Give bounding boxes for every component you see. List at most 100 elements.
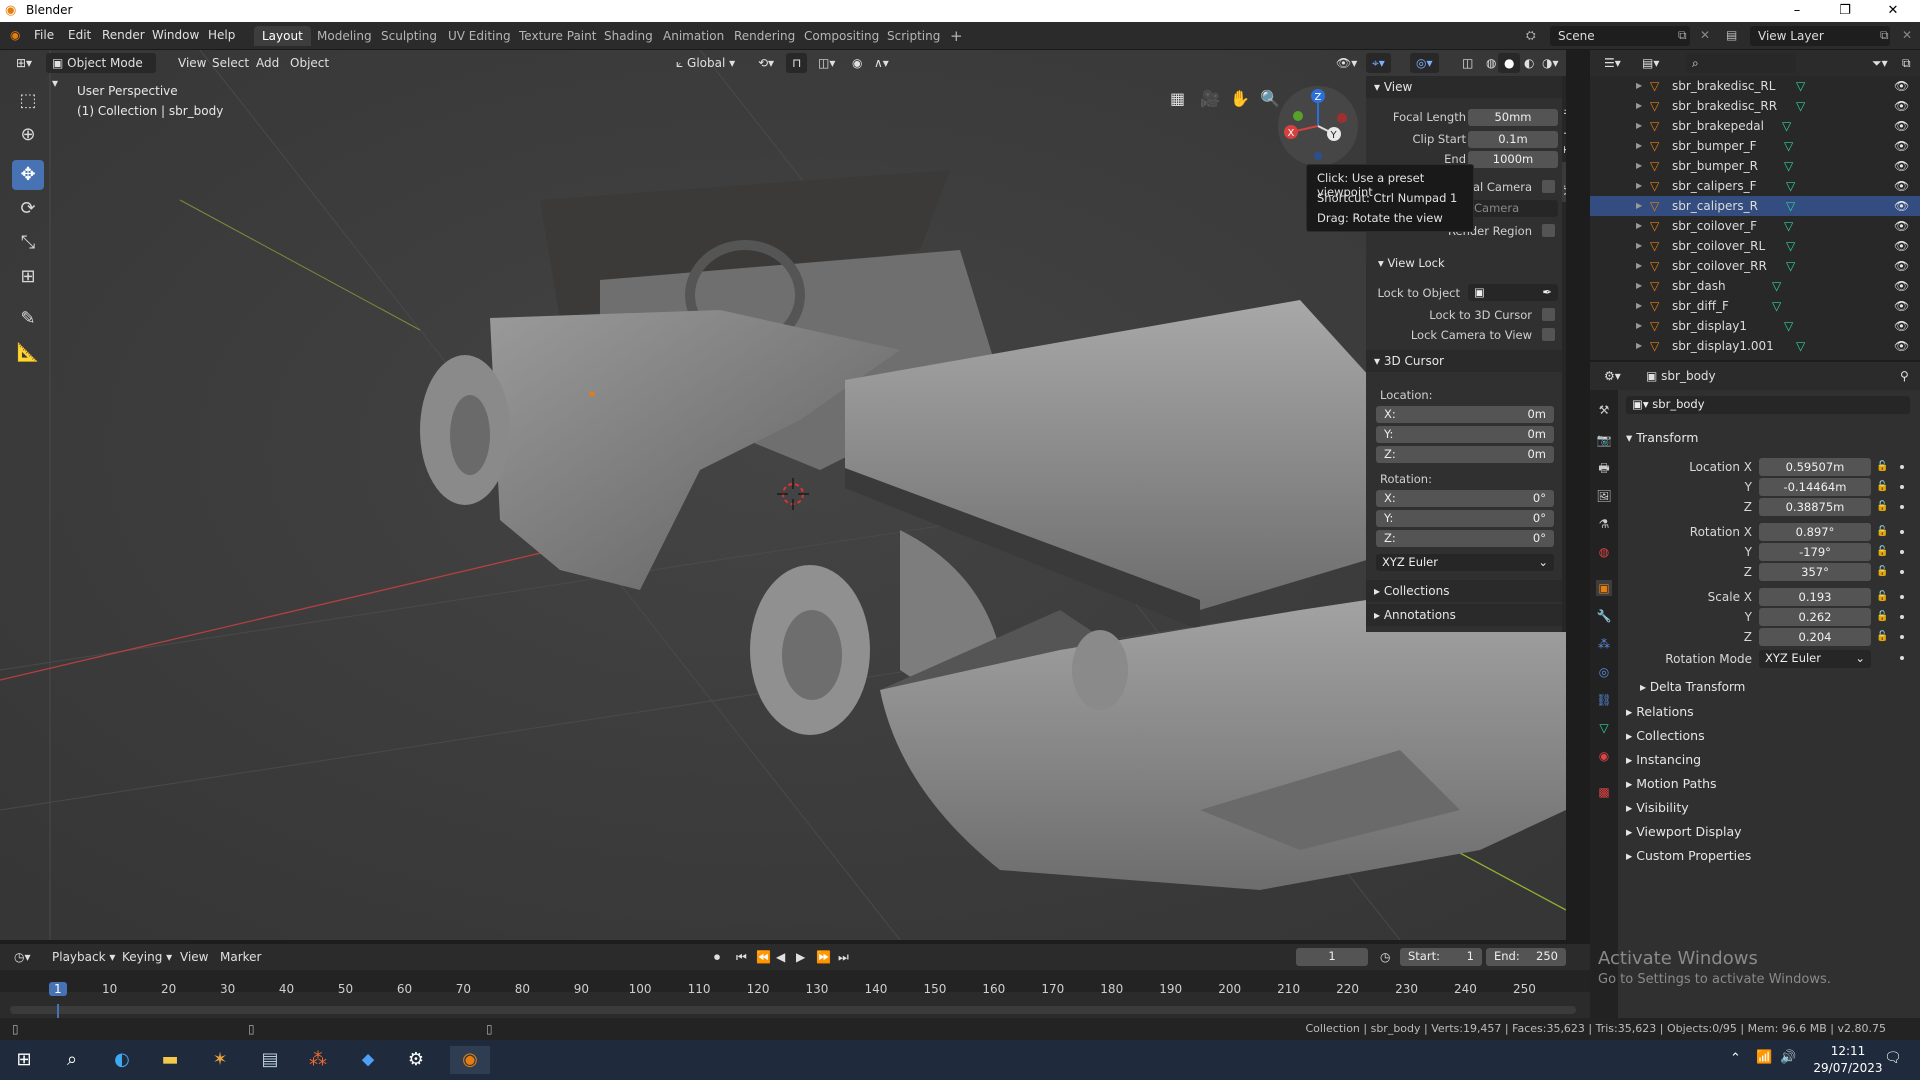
cursor-rotation-mode-dropdown[interactable]: XYZ Euler ⌄: [1376, 554, 1554, 571]
area-splitter[interactable]: [1566, 50, 1590, 1018]
tab-rendering[interactable]: Rendering: [726, 26, 803, 46]
tab-shading[interactable]: Shading: [596, 26, 661, 46]
blender-menu-icon[interactable]: ◉: [10, 28, 20, 42]
move-tool-icon[interactable]: ✥: [12, 160, 44, 190]
outliner-item[interactable]: ▶ ▽ sbr_coilover_RR ▽ 👁: [1590, 256, 1920, 276]
output-properties-icon[interactable]: 🖶: [1596, 460, 1612, 476]
view-layer-properties-icon[interactable]: 🖼: [1596, 488, 1612, 504]
visibility-icon[interactable]: 👁▾: [1330, 53, 1363, 73]
cursor-rot-x-field[interactable]: X: 0°: [1376, 490, 1554, 507]
transform-section-header[interactable]: ▾ Transform: [1626, 430, 1698, 445]
clock-icon[interactable]: ◷: [1374, 947, 1396, 967]
lock-icon[interactable]: 🔓: [1876, 546, 1888, 557]
annotate-tool-icon[interactable]: ✎: [12, 304, 44, 334]
outliner-item[interactable]: ▶ ▽ sbr_calipers_R ▽ 👁: [1590, 196, 1920, 216]
settings-icon[interactable]: ⚙: [402, 1046, 430, 1074]
clock-date[interactable]: 29/07/2023: [1806, 1061, 1890, 1075]
local-camera-field[interactable]: Camera: [1468, 200, 1558, 217]
menu-edit[interactable]: Edit: [68, 28, 91, 42]
keyframe-dot-icon[interactable]: [1900, 635, 1904, 639]
outliner-item[interactable]: ▶ ▽ sbr_bumper_F ▽ 👁: [1590, 136, 1920, 156]
volume-icon[interactable]: 🔊: [1780, 1050, 1796, 1065]
eye-icon[interactable]: 👁: [1894, 276, 1909, 296]
expand-arrow-icon[interactable]: ▶: [1636, 96, 1642, 116]
outliner-item[interactable]: ▶ ▽ sbr_brakedisc_RL ▽ 👁: [1590, 76, 1920, 96]
jump-end-icon[interactable]: ⏭: [832, 947, 855, 967]
expand-arrow-icon[interactable]: ▶: [1636, 116, 1642, 136]
filter-icon[interactable]: ⏷▾: [1866, 53, 1894, 73]
menu-marker[interactable]: Marker: [214, 947, 267, 967]
menu-timeline-view[interactable]: View: [174, 947, 214, 967]
expand-arrow-icon[interactable]: ▶: [1636, 176, 1642, 196]
lock-icon[interactable]: 🔓: [1876, 481, 1888, 492]
eye-icon[interactable]: 👁: [1894, 336, 1909, 356]
properties-editor-type-icon[interactable]: ⚙▾: [1598, 366, 1627, 386]
display-mode-icon[interactable]: ▤▾: [1636, 53, 1665, 73]
search-icon[interactable]: ⌕: [58, 1046, 86, 1074]
menu-object[interactable]: Object: [284, 53, 335, 73]
outliner-item[interactable]: ▶ ▽ sbr_diff_F ▽ 👁: [1590, 296, 1920, 316]
view-layer-icon[interactable]: ▤: [1726, 28, 1737, 42]
menu-render[interactable]: Render: [102, 28, 145, 42]
menu-playback[interactable]: Playback ▾: [46, 947, 121, 967]
outliner-item[interactable]: ▶ ▽ sbr_display1 ▽ 👁: [1590, 316, 1920, 336]
proportional-edit-icon[interactable]: ◉: [846, 53, 868, 73]
outliner-item[interactable]: ▶ ▽ sbr_brakedisc_RR ▽ 👁: [1590, 96, 1920, 116]
eye-icon[interactable]: 👁: [1894, 116, 1909, 136]
eye-icon[interactable]: 👁: [1894, 236, 1909, 256]
scale-z-field[interactable]: 0.204: [1759, 628, 1871, 646]
select-box-tool-icon[interactable]: ⬚: [12, 86, 44, 116]
scene-selector[interactable]: Scene: [1550, 26, 1690, 46]
overlay-toggle-icon[interactable]: ◎▾: [1410, 53, 1439, 73]
delete-scene-icon[interactable]: ✕: [1700, 28, 1710, 42]
expand-arrow-icon[interactable]: ▶: [1636, 76, 1642, 96]
lock-icon[interactable]: 🔓: [1876, 461, 1888, 472]
keyframe-dot-icon[interactable]: [1900, 465, 1904, 469]
menu-keying[interactable]: Keying ▾: [116, 947, 178, 967]
constraint-properties-icon[interactable]: ⛓: [1596, 692, 1612, 708]
menu-select[interactable]: Select: [206, 53, 255, 73]
keyframe-dot-icon[interactable]: [1900, 485, 1904, 489]
eye-icon[interactable]: 👁: [1894, 176, 1909, 196]
particle-properties-icon[interactable]: ⁂: [1596, 636, 1612, 652]
new-view-layer-icon[interactable]: ⧉: [1880, 28, 1889, 43]
properties-section-header[interactable]: ▸ Custom Properties: [1626, 848, 1751, 863]
menu-window[interactable]: Window: [152, 28, 199, 42]
play-reverse-icon[interactable]: ◀: [770, 947, 791, 967]
grid-view-icon[interactable]: ▦: [1164, 89, 1191, 109]
scene-icon[interactable]: ⛭: [1526, 28, 1536, 43]
transform-tool-icon[interactable]: ⊞: [12, 262, 44, 292]
render-properties-icon[interactable]: 📷: [1596, 432, 1612, 448]
keyframe-dot-icon[interactable]: [1900, 505, 1904, 509]
rotation-y-field[interactable]: -179°: [1759, 543, 1871, 561]
navigation-gizmo[interactable]: Z X Y: [1276, 84, 1360, 168]
eye-icon[interactable]: 👁: [1894, 136, 1909, 156]
keyframe-dot-icon[interactable]: [1900, 656, 1904, 660]
expand-arrow-icon[interactable]: ▶: [1636, 296, 1642, 316]
keyframe-dot-icon[interactable]: [1900, 595, 1904, 599]
render-region-checkbox[interactable]: [1542, 224, 1555, 237]
eye-icon[interactable]: 👁: [1894, 316, 1909, 336]
view-lock-header[interactable]: ▾ View Lock: [1378, 256, 1445, 270]
outliner-item[interactable]: ▶ ▽ sbr_coilover_F ▽ 👁: [1590, 216, 1920, 236]
scale-x-field[interactable]: 0.193: [1759, 588, 1871, 606]
cursor-tool-icon[interactable]: ⊕: [12, 120, 44, 150]
outliner-search-input[interactable]: ⌕: [1686, 53, 1796, 73]
eyedropper-icon[interactable]: ✒: [1542, 284, 1552, 301]
clock-time[interactable]: 12:11: [1818, 1044, 1878, 1058]
new-scene-icon[interactable]: ⧉: [1678, 28, 1687, 43]
tab-animation[interactable]: Animation: [655, 26, 732, 46]
outliner-item[interactable]: ▶ ▽ sbr_display1.001 ▽ 👁: [1590, 336, 1920, 356]
view-layer-selector[interactable]: View Layer: [1750, 26, 1890, 46]
new-collection-icon[interactable]: ⧉: [1896, 53, 1917, 73]
tab-uv-editing[interactable]: UV Editing: [440, 26, 519, 46]
blender-taskbar-icon[interactable]: ◉: [450, 1046, 490, 1074]
camera-view-icon[interactable]: 🎥: [1194, 89, 1226, 109]
outliner-item[interactable]: ▶ ▽ sbr_brakepedal ▽ 👁: [1590, 116, 1920, 136]
scene-properties-icon[interactable]: ⚗: [1596, 516, 1612, 532]
rotation-mode-dropdown[interactable]: XYZ Euler ⌄: [1759, 650, 1871, 668]
eye-icon[interactable]: 👁: [1894, 196, 1909, 216]
pan-view-icon[interactable]: ✋: [1224, 89, 1256, 109]
expand-arrow-icon[interactable]: ▶: [1636, 256, 1642, 276]
timeline-editor-type-icon[interactable]: ◷▾: [8, 947, 37, 967]
